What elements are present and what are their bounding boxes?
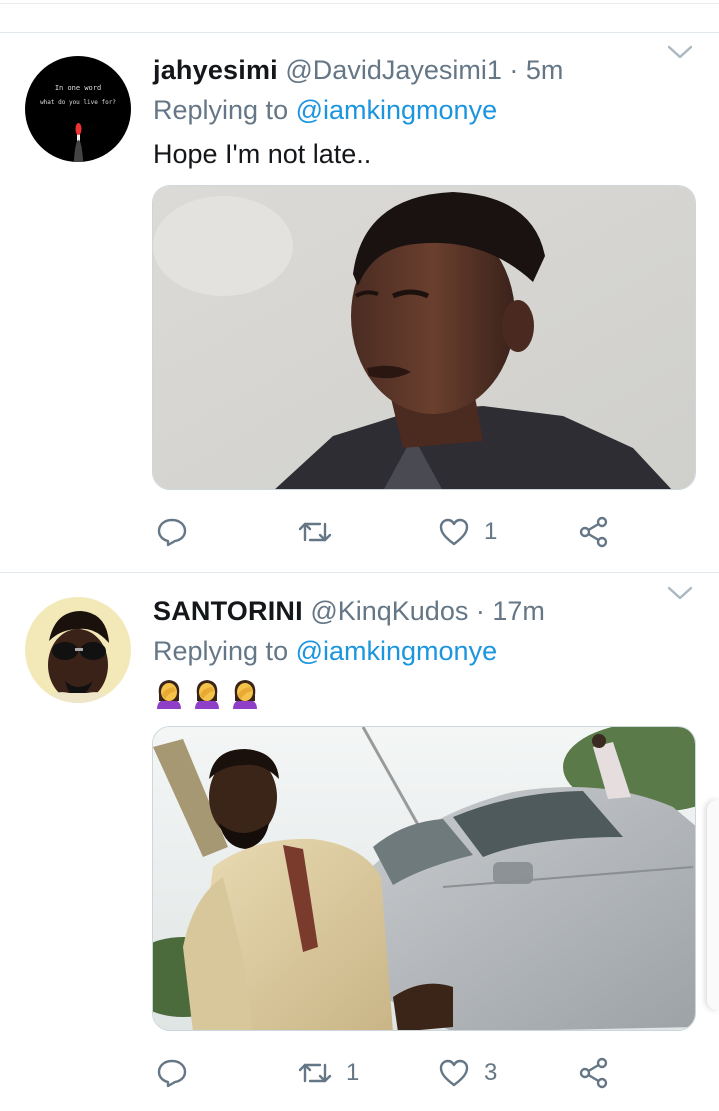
retweet-icon bbox=[298, 1057, 332, 1089]
avatar[interactable] bbox=[25, 597, 131, 703]
share-icon bbox=[578, 1057, 610, 1089]
avatar-text-line2: what do you live for? bbox=[40, 99, 116, 106]
facepalm-emoji bbox=[233, 680, 257, 709]
like-icon bbox=[438, 516, 470, 548]
reply-mention-link[interactable]: @iamkingmonye bbox=[296, 636, 498, 666]
reply-button[interactable] bbox=[156, 512, 202, 552]
reply-icon bbox=[156, 516, 188, 548]
user-handle[interactable]: @KinqKudos bbox=[310, 596, 468, 626]
tweet-actions: 1 3 bbox=[0, 1053, 719, 1093]
like-icon bbox=[438, 1057, 470, 1089]
share-button[interactable] bbox=[578, 1053, 610, 1093]
retweet-icon bbox=[298, 516, 332, 548]
replying-to-prefix: Replying to bbox=[153, 95, 289, 125]
retweet-count: 1 bbox=[346, 1059, 360, 1086]
replying-to-prefix: Replying to bbox=[153, 636, 289, 666]
facepalm-emoji bbox=[195, 680, 219, 709]
scroll-handle[interactable] bbox=[707, 800, 719, 1010]
tweet[interactable]: In one word what do you live for? jahyes… bbox=[0, 32, 719, 572]
display-name[interactable]: jahyesimi bbox=[153, 55, 278, 85]
like-count: 1 bbox=[484, 518, 498, 545]
chevron-down-icon[interactable] bbox=[666, 583, 694, 603]
like-button[interactable]: 3 bbox=[438, 1053, 497, 1093]
retweet-button[interactable] bbox=[298, 512, 346, 552]
tweet-photo[interactable] bbox=[152, 185, 696, 490]
tweet-text bbox=[153, 677, 267, 713]
retweet-button[interactable]: 1 bbox=[298, 1053, 359, 1093]
tweet-text: Hope I'm not late.. bbox=[153, 139, 372, 169]
avatar[interactable]: In one word what do you live for? bbox=[25, 56, 131, 162]
reply-button[interactable] bbox=[156, 1053, 202, 1093]
reply-icon bbox=[156, 1057, 188, 1089]
like-button[interactable]: 1 bbox=[438, 512, 497, 552]
separator: · bbox=[475, 596, 485, 626]
user-handle[interactable]: @DavidJayesimi1 bbox=[285, 55, 501, 85]
display-name[interactable]: SANTORINI bbox=[153, 596, 303, 626]
tweet[interactable]: SANTORINI @KinqKudos · 17m Replying to @… bbox=[0, 573, 719, 1111]
avatar-text-line1: In one word bbox=[55, 84, 101, 92]
chevron-down-icon[interactable] bbox=[666, 42, 694, 62]
replying-to-line: Replying to @iamkingmonye bbox=[153, 94, 497, 126]
tweet-header: jahyesimi @DavidJayesimi1 · 5m bbox=[153, 54, 563, 86]
share-button[interactable] bbox=[578, 512, 610, 552]
tweet-actions: 1 bbox=[0, 512, 719, 552]
separator: · bbox=[509, 55, 519, 85]
previous-tweet-edge bbox=[0, 0, 719, 4]
timestamp[interactable]: 5m bbox=[526, 55, 564, 85]
facepalm-emoji bbox=[157, 680, 181, 709]
reply-mention-link[interactable]: @iamkingmonye bbox=[296, 95, 498, 125]
timestamp[interactable]: 17m bbox=[492, 596, 545, 626]
like-count: 3 bbox=[484, 1059, 498, 1086]
tweet-header: SANTORINI @KinqKudos · 17m bbox=[153, 595, 545, 627]
replying-to-line: Replying to @iamkingmonye bbox=[153, 635, 497, 667]
tweet-photo[interactable] bbox=[152, 726, 696, 1031]
share-icon bbox=[578, 516, 610, 548]
